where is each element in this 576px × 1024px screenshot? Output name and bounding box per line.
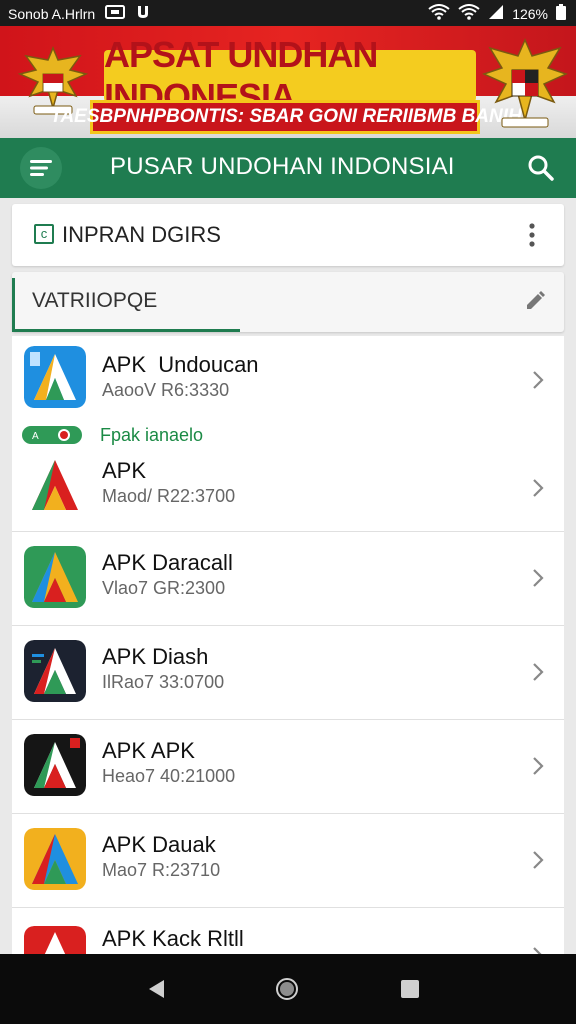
- navigation-bar: [0, 954, 576, 1024]
- back-icon: [149, 980, 164, 998]
- chevron-right-icon: [532, 850, 544, 870]
- chevron-right-icon: [532, 370, 544, 390]
- chevron-right-icon: [532, 568, 544, 588]
- apk-undoucan-icon: [24, 346, 86, 408]
- apk-apk-icon: [24, 734, 86, 796]
- list-item[interactable]: APK Daracall Vlao7 GR:2300: [12, 532, 564, 626]
- edit-icon[interactable]: [524, 290, 546, 312]
- battery-icon: [556, 4, 566, 23]
- app-title: PUSAR UNDOHAN INDONSIAI: [110, 153, 455, 180]
- home-button[interactable]: [275, 977, 299, 1006]
- recents-button[interactable]: [400, 979, 420, 1004]
- app-name: APK Kack Rltll: [102, 926, 244, 951]
- list-item[interactable]: APK APK Heao7 40:21000: [12, 720, 564, 814]
- progress-indicator: [12, 329, 240, 332]
- notification-icon: [135, 4, 151, 23]
- section-label: VATRIIOPQE: [32, 289, 158, 312]
- app-meta: AaooV R6:3330: [102, 380, 230, 400]
- cast-icon: [105, 5, 126, 22]
- app-meta: IlRao7 33:0700: [102, 672, 225, 692]
- filter-label: INPRAN DGIRS: [62, 222, 221, 247]
- apk-dauak-icon: [24, 828, 86, 890]
- apk-diash-icon: [24, 640, 86, 702]
- search-icon: [528, 155, 554, 181]
- apk-icon: [24, 454, 86, 516]
- apk-daracall-icon: [24, 546, 86, 608]
- app-name: APK Diash: [102, 644, 209, 669]
- app-name: APK Daracall: [102, 550, 233, 575]
- recents-icon: [401, 980, 419, 998]
- carrier-label: Sonob A.Hrlrn: [8, 5, 96, 22]
- app-bar: PUSAR UNDOHAN INDONSIAI: [0, 138, 576, 198]
- home-icon: [276, 978, 298, 1000]
- chevron-right-icon: [532, 756, 544, 776]
- menu-button[interactable]: [20, 147, 62, 189]
- battery-percent: 126%: [512, 5, 548, 22]
- app-name: APK: [102, 458, 147, 483]
- list-item[interactable]: APK Kack Rltll: [12, 908, 564, 954]
- app-name: APK APK: [102, 738, 195, 763]
- chevron-right-icon: [532, 662, 544, 682]
- filter-card[interactable]: c INPRAN DGIRS: [12, 204, 564, 266]
- list-item[interactable]: APK Diash IlRao7 33:0700: [12, 626, 564, 720]
- garuda-emblem-right-icon: [481, 30, 569, 134]
- signal-icon: [488, 4, 504, 23]
- chevron-right-icon: [532, 946, 544, 954]
- app-meta: Vlao7 GR:2300: [102, 578, 226, 598]
- app-meta: Mao7 R:23710: [102, 860, 221, 880]
- banner-subtitle: TAESBPNHPBONTIS: SBAR GONI RERIIBMB BANI…: [50, 106, 522, 127]
- section-card[interactable]: VATRIIOPQE: [12, 272, 564, 332]
- wifi-2-icon: [458, 4, 480, 23]
- list-item[interactable]: APK Dauak Mao7 R:23710: [12, 814, 564, 908]
- apk-kack-icon: [24, 926, 86, 954]
- banner-title: APSAT UNDHAN INDONESIA: [104, 34, 476, 117]
- list-item[interactable]: APK Undoucan AaooV R6:3330 A Fpak ianael…: [12, 336, 564, 445]
- list-item[interactable]: APK Maod/ R22:3700: [12, 440, 564, 532]
- checkbox-icon[interactable]: c: [34, 224, 54, 244]
- app-meta: Heao7 40:21000: [102, 766, 236, 786]
- app-meta: Maod/ R22:3700: [102, 486, 236, 506]
- header-banner: APSAT UNDHAN INDONESIA TAESBPNHPBONTIS: …: [0, 26, 576, 138]
- more-options-icon[interactable]: [528, 222, 536, 250]
- app-name: APK Dauak: [102, 832, 216, 857]
- status-bar: Sonob A.Hrlrn 126%: [0, 0, 576, 26]
- chevron-right-icon: [532, 478, 544, 498]
- wifi-icon: [428, 4, 450, 23]
- app-list: APK Undoucan AaooV R6:3330 A Fpak ianael…: [12, 336, 564, 954]
- search-button[interactable]: [526, 153, 556, 183]
- menu-icon: [30, 160, 52, 176]
- back-button[interactable]: [146, 978, 168, 1005]
- app-name: APK Undoucan: [102, 352, 259, 377]
